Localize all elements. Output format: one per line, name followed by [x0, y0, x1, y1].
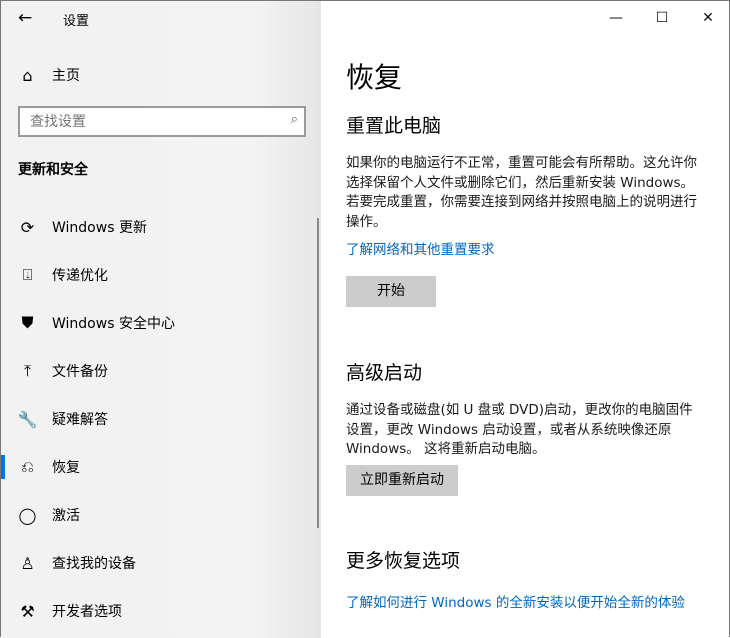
sidebar-item[interactable]: ♙ 查找我的设备 — [1, 539, 321, 587]
more-options-heading: 更多恢复选项 — [346, 550, 461, 572]
search-input[interactable] — [20, 108, 270, 135]
developer-icon: ⚒ — [20, 601, 35, 621]
search-box[interactable]: ⌕ — [18, 106, 306, 137]
sidebar-item-label: 查找我的设备 — [52, 556, 136, 572]
sidebar-item[interactable]: ⎌ 恢复 — [1, 443, 321, 491]
page-title: 恢复 — [346, 61, 403, 94]
sidebar-item[interactable]: ⟳ Windows 更新 — [1, 203, 321, 251]
restart-now-button[interactable]: 立即重新启动 — [346, 465, 458, 496]
sidebar: ← 设置 ⌂ 主页 ⌕ 更新和安全 ⟳ Windows 更新 ⍗ 传递优化 ⛊ Windo… — [1, 1, 321, 638]
advanced-description: 通过设备或磁盘(如 U 盘或 DVD)启动，更改你的电脑固件设置，更改 Wind… — [346, 402, 693, 457]
sidebar-item-label: 疑难解答 — [52, 412, 108, 428]
content-pane: — ☐ ✕ 恢复 重置此电脑 如果你的电脑运行不正常，重置可能会有所帮助。这允许… — [321, 1, 729, 638]
home-icon: ⌂ — [22, 65, 33, 85]
sidebar-item-label: 恢复 — [52, 460, 80, 476]
reset-heading: 重置此电脑 — [346, 115, 442, 137]
home-label: 主页 — [52, 68, 80, 84]
sidebar-item[interactable]: ⤒ 文件备份 — [1, 347, 321, 395]
sidebar-item-label: Windows 安全中心 — [52, 316, 175, 332]
maximize-button[interactable]: ☐ — [639, 1, 685, 35]
start-reset-button[interactable]: 开始 — [346, 276, 436, 307]
sidebar-item-label: 开发者选项 — [52, 604, 122, 620]
fresh-install-link[interactable]: 了解如何进行 Windows 的全新安装以便开始全新的体验 — [346, 591, 685, 611]
sync-icon: ⟳ — [20, 217, 35, 237]
sidebar-item[interactable]: ⚒ 开发者选项 — [1, 587, 321, 635]
recovery-icon: ⎌ — [21, 457, 34, 476]
sidebar-item[interactable]: ⍗ 传递优化 — [1, 251, 321, 299]
sidebar-item-label: Windows 更新 — [52, 220, 147, 236]
sidebar-item-label: 激活 — [52, 508, 80, 524]
minimize-button[interactable]: — — [593, 1, 639, 35]
close-button[interactable]: ✕ — [685, 1, 730, 35]
sidebar-item-label: 文件备份 — [52, 364, 108, 380]
scrollbar[interactable] — [317, 218, 319, 528]
window-title: 设置 — [63, 14, 90, 29]
reset-description: 如果你的电脑运行不正常，重置可能会有所帮助。这允许你选择保留个人文件或删除它们，… — [346, 155, 697, 230]
upload-icon: ⤒ — [23, 361, 32, 380]
sidebar-item[interactable]: 🔧 疑难解答 — [1, 395, 321, 443]
wrench-icon: 🔧 — [17, 409, 38, 429]
sidebar-item[interactable]: ◯ 激活 — [1, 491, 321, 539]
sidebar-item-home[interactable]: ⌂ 主页 — [1, 51, 321, 99]
sidebar-item-label: 传递优化 — [52, 268, 108, 284]
search-icon[interactable]: ⌕ — [291, 112, 298, 127]
reset-requirements-link[interactable]: 了解网络和其他重置要求 — [346, 238, 495, 258]
advanced-heading: 高级启动 — [346, 362, 423, 384]
delivery-icon: ⍗ — [22, 265, 33, 284]
find-device-icon: ♙ — [20, 553, 35, 573]
shield-icon: ⛊ — [21, 313, 34, 332]
section-heading: 更新和安全 — [18, 162, 88, 178]
check-circle-icon: ◯ — [18, 505, 37, 525]
back-button[interactable]: ← — [18, 8, 32, 28]
sidebar-item[interactable]: ⛊ Windows 安全中心 — [1, 299, 321, 347]
